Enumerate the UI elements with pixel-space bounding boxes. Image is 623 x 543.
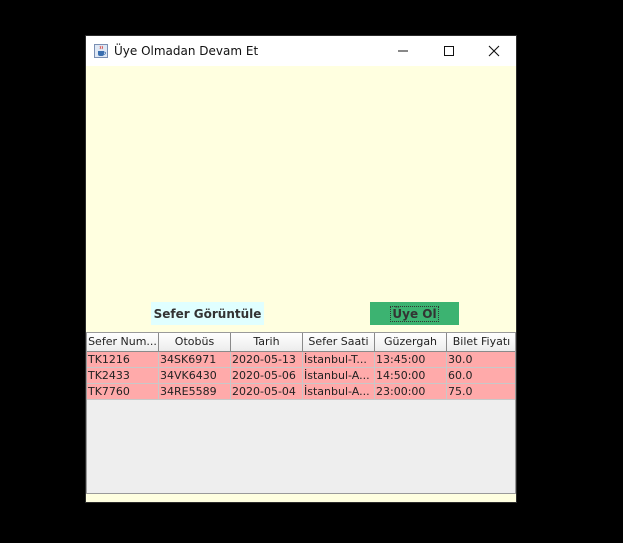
sign-up-label: Üye Ol — [390, 305, 439, 322]
column-header[interactable]: Sefer Num... — [87, 333, 159, 352]
content-panel: Sefer Görüntüle Üye Ol Sefer Num... Otob… — [86, 66, 516, 502]
maximize-button[interactable] — [426, 36, 472, 66]
table-cell[interactable]: 34VK6430 — [159, 368, 231, 384]
table-cell[interactable]: TK1216 — [87, 352, 159, 368]
column-header[interactable]: Güzergah — [375, 333, 447, 352]
table-cell[interactable]: İstanbul-A... — [303, 368, 375, 384]
trips-table[interactable]: Sefer Num... Otobüs Tarih Sefer Saati Gü… — [86, 332, 516, 494]
table-header: Sefer Num... Otobüs Tarih Sefer Saati Gü… — [87, 333, 515, 352]
table-cell[interactable]: 34SK6971 — [159, 352, 231, 368]
table-cell[interactable]: 2020-05-06 — [231, 368, 303, 384]
column-header[interactable]: Sefer Saati — [303, 333, 375, 352]
title-bar[interactable]: Üye Olmadan Devam Et — [86, 36, 516, 66]
table-row[interactable]: TK7760 34RE5589 2020-05-04 İstanbul-A...… — [87, 384, 515, 400]
sign-up-button[interactable]: Üye Ol — [370, 302, 459, 325]
window-title: Üye Olmadan Devam Et — [114, 44, 259, 58]
table-row[interactable]: TK1216 34SK6971 2020-05-13 İstanbul-T...… — [87, 352, 515, 368]
minimize-button[interactable] — [380, 36, 426, 66]
close-icon — [488, 45, 500, 57]
table-cell[interactable]: 75.0 — [447, 384, 515, 400]
table-cell[interactable]: 60.0 — [447, 368, 515, 384]
view-trips-label: Sefer Görüntüle — [153, 306, 262, 321]
table-cell[interactable]: TK2433 — [87, 368, 159, 384]
table-cell[interactable]: 2020-05-04 — [231, 384, 303, 400]
table-cell[interactable]: 23:00:00 — [375, 384, 447, 400]
column-header[interactable]: Bilet Fiyatı — [447, 333, 515, 352]
table-cell[interactable]: 13:45:00 — [375, 352, 447, 368]
close-button[interactable] — [471, 36, 517, 66]
table-cell[interactable]: TK7760 — [87, 384, 159, 400]
table-body: TK1216 34SK6971 2020-05-13 İstanbul-T...… — [87, 352, 515, 400]
table-row[interactable]: TK2433 34VK6430 2020-05-06 İstanbul-A...… — [87, 368, 515, 384]
table-cell[interactable]: 30.0 — [447, 352, 515, 368]
app-window: Üye Olmadan Devam Et Sefer Görüntüle Üye… — [85, 35, 517, 503]
column-header[interactable]: Tarih — [231, 333, 303, 352]
minimize-icon — [397, 45, 409, 57]
table-cell[interactable]: İstanbul-A... — [303, 384, 375, 400]
table-cell[interactable]: 34RE5589 — [159, 384, 231, 400]
table-cell[interactable]: İstanbul-T... — [303, 352, 375, 368]
view-trips-button[interactable]: Sefer Görüntüle — [151, 302, 264, 325]
table-cell[interactable]: 2020-05-13 — [231, 352, 303, 368]
java-cup-icon — [94, 43, 108, 58]
table-cell[interactable]: 14:50:00 — [375, 368, 447, 384]
column-header[interactable]: Otobüs — [159, 333, 231, 352]
maximize-icon — [443, 45, 455, 57]
